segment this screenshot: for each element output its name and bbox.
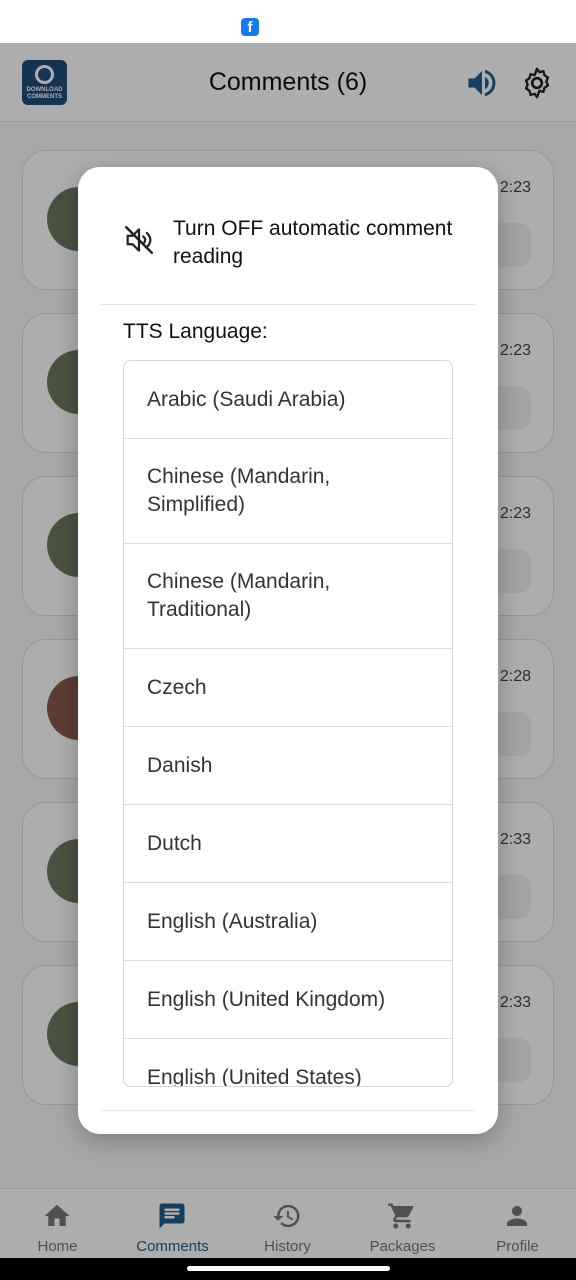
tts-settings-dialog: Turn OFF automatic comment reading TTS L… bbox=[78, 167, 498, 1134]
language-option[interactable]: Arabic (Saudi Arabia) bbox=[124, 361, 452, 439]
status-bar: f bbox=[0, 0, 576, 43]
gesture-area bbox=[0, 1258, 576, 1280]
language-option[interactable]: Czech bbox=[124, 649, 452, 727]
language-option[interactable]: Chinese (Mandarin, Simplified) bbox=[124, 439, 452, 544]
gesture-bar[interactable] bbox=[187, 1266, 390, 1271]
divider bbox=[100, 304, 476, 305]
language-option[interactable]: English (United States) bbox=[124, 1039, 452, 1087]
language-option[interactable]: Chinese (Mandarin, Traditional) bbox=[124, 544, 452, 649]
tts-language-list[interactable]: Arabic (Saudi Arabia) Chinese (Mandarin,… bbox=[123, 360, 453, 1087]
language-option[interactable]: Danish bbox=[124, 727, 452, 805]
divider bbox=[100, 1110, 476, 1111]
facebook-icon: f bbox=[241, 18, 259, 36]
speaker-muted-icon bbox=[122, 223, 156, 257]
language-option[interactable]: Dutch bbox=[124, 805, 452, 883]
tts-language-label: TTS Language: bbox=[123, 320, 268, 343]
language-option[interactable]: English (Australia) bbox=[124, 883, 452, 961]
auto-read-toggle[interactable]: Turn OFF automatic comment reading bbox=[173, 215, 493, 271]
language-option[interactable]: English (United Kingdom) bbox=[124, 961, 452, 1039]
